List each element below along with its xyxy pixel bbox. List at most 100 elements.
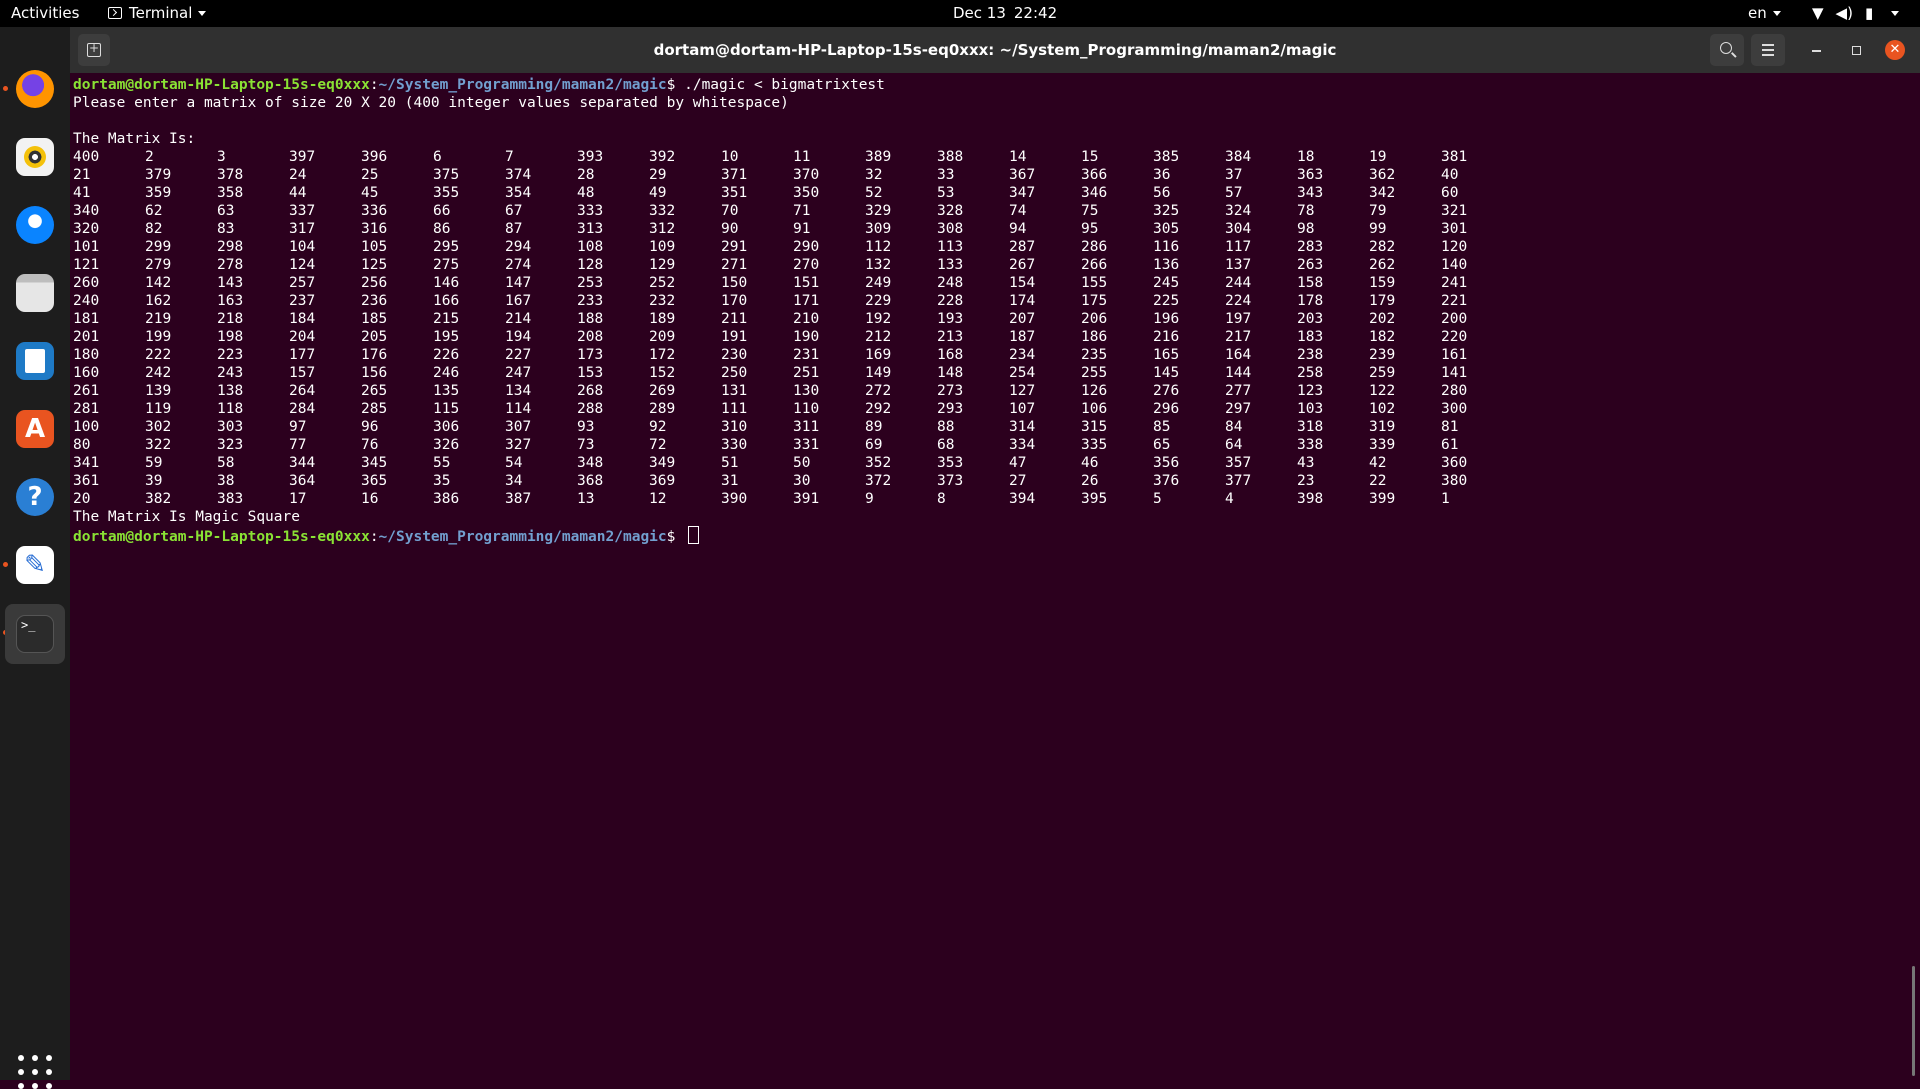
- matrix-cell: 287: [1009, 239, 1036, 255]
- matrix-cell: 209: [649, 329, 676, 345]
- window-titlebar[interactable]: dortam@dortam-HP-Laptop-15s-eq0xxx: ~/Sy…: [70, 27, 1920, 73]
- matrix-cell: 143: [217, 275, 244, 291]
- matrix-cell: 329: [865, 203, 892, 219]
- matrix-cell: 141: [1441, 365, 1468, 381]
- app-menu[interactable]: Terminal: [108, 0, 207, 27]
- matrix-cell: 367: [1009, 167, 1036, 183]
- matrix-cell: 138: [217, 383, 244, 399]
- matrix-cell: 145: [1153, 365, 1180, 381]
- matrix-cell: 271: [721, 257, 748, 273]
- matrix-cell: 186: [1081, 329, 1108, 345]
- matrix-cell: 195: [433, 329, 460, 345]
- matrix-cell: 151: [793, 275, 820, 291]
- matrix-cell: 200: [1441, 311, 1468, 327]
- matrix-cell: 359: [145, 185, 172, 201]
- matrix-cell: 14: [1009, 149, 1027, 165]
- matrix-cell: 277: [1225, 383, 1252, 399]
- matrix-cell: 376: [1153, 473, 1180, 489]
- search-button[interactable]: [1710, 34, 1744, 66]
- close-button[interactable]: ✕: [1885, 40, 1905, 60]
- matrix-cell: 131: [721, 383, 748, 399]
- maximize-button[interactable]: [1846, 40, 1866, 60]
- matrix-cell: 89: [865, 419, 883, 435]
- firefox-launcher[interactable]: [10, 64, 60, 114]
- matrix-cell: 83: [217, 221, 235, 237]
- matrix-cell: 8: [937, 491, 946, 507]
- matrix-cell: 35: [433, 473, 451, 489]
- minimize-button[interactable]: [1807, 40, 1827, 60]
- matrix-cell: 2: [145, 149, 154, 165]
- matrix-cell: 159: [1369, 275, 1396, 291]
- ubuntu-software-launcher[interactable]: A: [10, 404, 60, 454]
- matrix-cell: 130: [793, 383, 820, 399]
- matrix-cell: 364: [289, 473, 316, 489]
- prompt-path: ~/System_Programming/maman2/magic: [378, 77, 667, 93]
- matrix-cell: 70: [721, 203, 739, 219]
- matrix-cell: 173: [577, 347, 604, 363]
- matrix-cell: 86: [433, 221, 451, 237]
- matrix-cell: 365: [361, 473, 388, 489]
- terminal-launcher[interactable]: >_: [5, 604, 65, 664]
- language-indicator[interactable]: en: [1748, 0, 1781, 27]
- matrix-cell: 351: [721, 185, 748, 201]
- matrix-cell: 136: [1153, 257, 1180, 273]
- matrix-cell: 259: [1369, 365, 1396, 381]
- matrix-cell: 154: [1009, 275, 1036, 291]
- matrix-cell: 107: [1009, 401, 1036, 417]
- matrix-cell: 311: [793, 419, 820, 435]
- matrix-cell: 77: [289, 437, 307, 453]
- matrix-cell: 38: [217, 473, 235, 489]
- matrix-cell: 290: [793, 239, 820, 255]
- terminal-small-icon: [108, 7, 122, 19]
- system-tray[interactable]: ▼ ◀) ▮: [1812, 0, 1900, 27]
- matrix-cell: 338: [1297, 437, 1324, 453]
- matrix-cell: 366: [1081, 167, 1108, 183]
- text-editor-launcher[interactable]: ✎: [10, 540, 60, 590]
- show-applications-button[interactable]: [18, 1055, 52, 1089]
- files-launcher[interactable]: [10, 268, 60, 318]
- matrix-cell: 362: [1369, 167, 1396, 183]
- matrix-cell: 356: [1153, 455, 1180, 471]
- matrix-cell: 352: [865, 455, 892, 471]
- matrix-cell: 263: [1297, 257, 1324, 273]
- matrix-cell: 391: [793, 491, 820, 507]
- matrix-cell: 152: [649, 365, 676, 381]
- matrix-cell: 43: [1297, 455, 1315, 471]
- matrix-cell: 139: [145, 383, 172, 399]
- matrix-cell: 10: [721, 149, 739, 165]
- matrix-cell: 229: [865, 293, 892, 309]
- libreoffice-writer-launcher[interactable]: [10, 336, 60, 386]
- matrix-cell: 282: [1369, 239, 1396, 255]
- matrix-cell: 47: [1009, 455, 1027, 471]
- prompt-separator: :: [369, 77, 379, 93]
- matrix-cell: 118: [217, 401, 244, 417]
- matrix-cell: 157: [289, 365, 316, 381]
- rhythmbox-launcher[interactable]: [10, 132, 60, 182]
- matrix-cell: 322: [145, 437, 172, 453]
- app-menu-label: Terminal: [129, 4, 193, 22]
- matrix-cell: 395: [1081, 491, 1108, 507]
- matrix-cell: 300: [1441, 401, 1468, 417]
- thunderbird-launcher[interactable]: [10, 200, 60, 250]
- matrix-cell: 342: [1369, 185, 1396, 201]
- matrix-cell: 297: [1225, 401, 1252, 417]
- matrix-cell: 214: [505, 311, 532, 327]
- terminal-output[interactable]: dortam@dortam-HP-Laptop-15s-eq0xxx:~/Sys…: [70, 73, 1920, 1080]
- scrollbar[interactable]: [1912, 966, 1915, 1076]
- matrix-cell: 20: [73, 491, 91, 507]
- matrix-cell: 91: [793, 221, 811, 237]
- help-launcher[interactable]: ?: [10, 472, 60, 522]
- matrix-cell: 326: [433, 437, 460, 453]
- hamburger-menu-button[interactable]: [1751, 34, 1785, 66]
- matrix-cell: 378: [217, 167, 244, 183]
- dock: A ? ✎ >_: [0, 27, 70, 1089]
- clock[interactable]: Dec 13 22:42: [953, 0, 1057, 27]
- matrix-cell: 150: [721, 275, 748, 291]
- activities-button[interactable]: Activities: [11, 0, 79, 27]
- matrix-cell: 312: [649, 221, 676, 237]
- battery-icon: ▮: [1864, 4, 1874, 22]
- matrix-cell: 240: [73, 293, 100, 309]
- matrix-cell: 232: [649, 293, 676, 309]
- matrix-cell: 187: [1009, 329, 1036, 345]
- help-icon: ?: [16, 478, 54, 516]
